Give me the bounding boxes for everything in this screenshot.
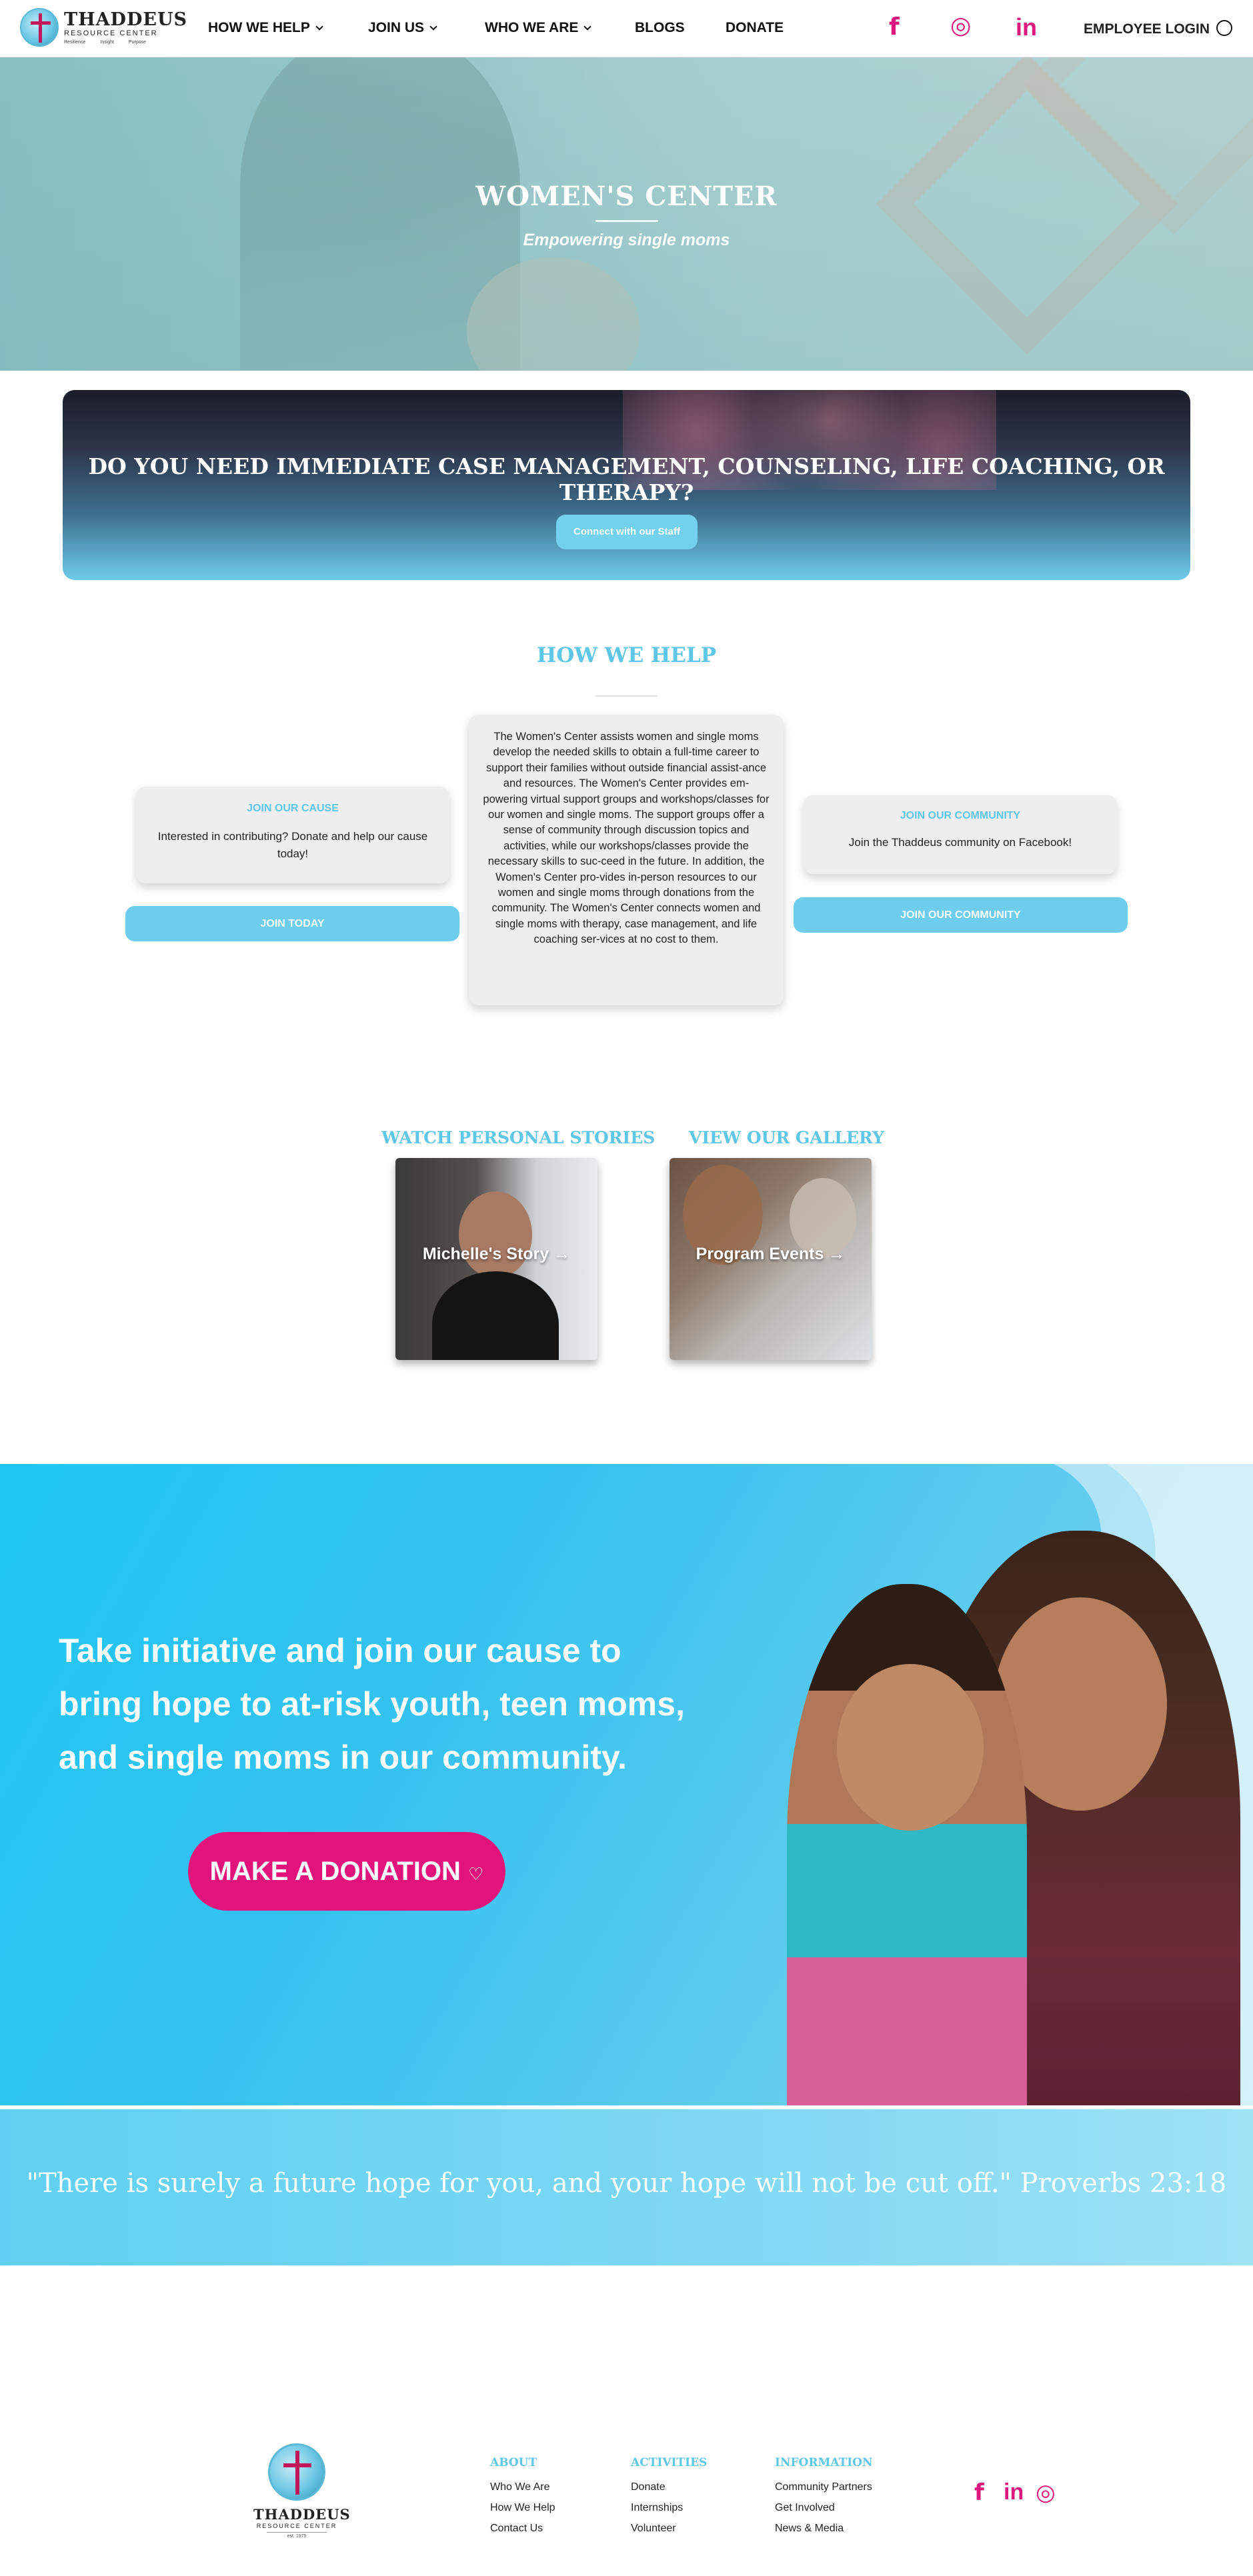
logo-tag: Purpose: [128, 39, 146, 45]
footer-link[interactable]: Contact Us: [490, 2523, 555, 2535]
card-title: JOIN OUR COMMUNITY: [900, 810, 1021, 821]
page-subtitle: Empowering single moms: [523, 231, 730, 249]
facebook-icon[interactable]: f: [889, 13, 900, 41]
donation-photo-girl: [787, 1584, 1027, 2105]
quote-section: "There is surely a future hope for you, …: [0, 2109, 1253, 2265]
nav-blogs[interactable]: BLOGS: [635, 20, 685, 36]
nav-join-us[interactable]: JOIN US: [368, 20, 437, 36]
footer-logo-name: THADDEUS: [253, 2506, 351, 2523]
linkedin-icon[interactable]: in: [1004, 2479, 1024, 2505]
chevron-down-icon: [315, 23, 323, 31]
tile-label: Program Events: [696, 1245, 824, 1263]
gallery-heading: VIEW OUR GALLERY: [689, 1128, 884, 1147]
section-divider: [595, 695, 658, 697]
arrow-right-icon: →: [828, 1245, 846, 1263]
footer-logo[interactable]: THADDEUS RESOURCE CENTER est. 1975: [253, 2443, 351, 2539]
card-body: Join the Thaddeus community on Facebook!: [848, 836, 1072, 849]
instagram-icon[interactable]: ◎: [1036, 2479, 1056, 2506]
footer-column-activities: ACTIVITIES Donate Internships Volunteer: [631, 2456, 707, 2543]
linkedin-icon[interactable]: in: [1016, 13, 1037, 41]
bible-quote: "There is surely a future hope for you, …: [26, 2168, 1227, 2199]
footer-column-title: ABOUT: [490, 2456, 537, 2469]
employee-login-link[interactable]: EMPLOYEE LOGIN: [1084, 20, 1233, 37]
footer-link[interactable]: Internships: [631, 2502, 707, 2514]
page-title: WOMEN'S CENTER: [475, 181, 778, 212]
donation-section: Take initiative and join our cause to br…: [0, 1464, 1253, 2105]
footer-column-title: ACTIVITIES: [631, 2456, 708, 2469]
facebook-icon[interactable]: f: [974, 2479, 984, 2506]
footer-logo-sub: RESOURCE CENTER: [256, 2523, 337, 2529]
logo-name: THADDEUS: [64, 9, 188, 30]
footer-link[interactable]: Get Involved: [775, 2502, 873, 2514]
site-logo[interactable]: THADDEUS RESOURCE CENTER Resilience Insi…: [20, 8, 187, 47]
arrow-right-icon: →: [553, 1245, 571, 1263]
join-today-button[interactable]: JOIN TODAY: [125, 906, 459, 941]
footer-column-information: INFORMATION Community Partners Get Invol…: [775, 2456, 873, 2543]
nav-how-we-help[interactable]: HOW WE HELP: [208, 20, 323, 36]
card-title: JOIN OUR CAUSE: [247, 803, 339, 814]
footer-logo-est: est. 1975: [267, 2532, 327, 2539]
instagram-icon[interactable]: ◎: [950, 12, 971, 39]
footer-link[interactable]: Donate: [631, 2481, 707, 2493]
chevron-down-icon: [583, 23, 592, 31]
footer-link[interactable]: News & Media: [775, 2523, 873, 2535]
logo-sub: RESOURCE CENTER: [64, 29, 158, 37]
chevron-down-icon: [429, 23, 437, 31]
join-community-button[interactable]: JOIN OUR COMMUNITY: [794, 897, 1128, 933]
make-donation-button[interactable]: MAKE A DONATION ♡: [188, 1832, 505, 1911]
footer-link[interactable]: Community Partners: [775, 2481, 873, 2493]
michelle-story-tile[interactable]: Michelle's Story →: [395, 1158, 597, 1360]
help-banner: DO YOU NEED IMMEDIATE CASE MANAGEMENT, C…: [63, 390, 1190, 580]
nav-who-we-are[interactable]: WHO WE ARE: [485, 20, 592, 36]
how-we-help-heading: HOW WE HELP: [536, 643, 717, 667]
donation-heading: Take initiative and join our cause to br…: [59, 1632, 685, 1776]
heart-icon: ♡: [468, 1865, 484, 1885]
site-header: THADDEUS RESOURCE CENTER Resilience Insi…: [0, 0, 1253, 57]
tile-label: Michelle's Story: [422, 1245, 549, 1263]
user-circle-icon: [1216, 20, 1233, 36]
banner-heading: DO YOU NEED IMMEDIATE CASE MANAGEMENT, C…: [88, 453, 1165, 505]
personal-stories-heading: WATCH PERSONAL STORIES: [381, 1128, 656, 1147]
footer-link[interactable]: Volunteer: [631, 2523, 707, 2535]
globe-cross-icon: [268, 2443, 325, 2501]
connect-staff-button[interactable]: Connect with our Staff: [556, 515, 698, 549]
program-events-tile[interactable]: Program Events →: [670, 1158, 872, 1360]
logo-tag: Resilience: [64, 39, 86, 45]
title-divider: [595, 220, 658, 222]
footer-column-about: ABOUT Who We Are How We Help Contact Us: [490, 2456, 555, 2543]
card-body: Interested in contributing? Donate and h…: [157, 830, 428, 860]
footer-column-title: INFORMATION: [775, 2456, 873, 2469]
hero-section: WOMEN'S CENTER Empowering single moms: [0, 57, 1253, 371]
logo-tag: Insight: [100, 39, 114, 45]
nav-donate[interactable]: DONATE: [726, 20, 784, 36]
globe-cross-icon: [20, 8, 59, 47]
join-cause-card: JOIN OUR CAUSE Interested in contributin…: [136, 787, 449, 883]
footer-link[interactable]: How We Help: [490, 2502, 555, 2514]
join-community-card: JOIN OUR COMMUNITY Join the Thaddeus com…: [804, 795, 1117, 874]
center-description-card: The Women's Center assists women and sin…: [469, 715, 784, 1005]
footer-link[interactable]: Who We Are: [490, 2481, 555, 2493]
